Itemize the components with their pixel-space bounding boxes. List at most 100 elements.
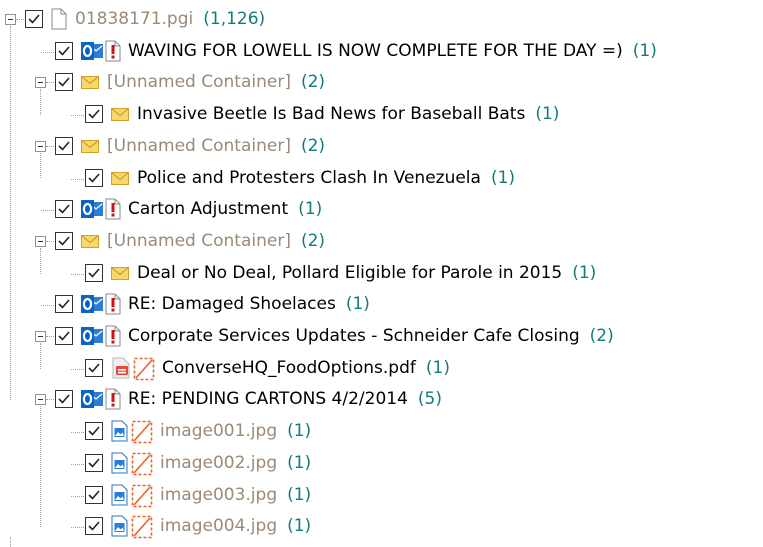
tree-row[interactable]: ConverseHQ_FoodOptions.pdf (1) <box>0 353 763 384</box>
tree-row[interactable]: Deal or No Deal, Pollard Eligible for Pa… <box>0 258 763 289</box>
tree-row[interactable]: image002.jpg (1) <box>0 448 763 479</box>
tree-row[interactable]: Corporate Services Updates - Schneider C… <box>0 321 763 352</box>
tree-row[interactable]: 01838171.pgi (1,126) <box>0 4 763 35</box>
missing-page-icon <box>105 40 121 62</box>
tree-item-label: Deal or No Deal, Pollard Eligible for Pa… <box>137 263 596 283</box>
item-count: (1) <box>298 199 323 220</box>
item-checkbox[interactable] <box>55 136 73 155</box>
item-checkbox[interactable] <box>55 327 73 345</box>
tree-row[interactable]: [Unnamed Container] (2) <box>0 67 763 98</box>
outlook-icon <box>80 388 104 410</box>
broken-image-icon <box>131 515 153 539</box>
item-count: (1) <box>287 421 312 442</box>
tree-row[interactable]: Invasive Beetle Is Bad News for Baseball… <box>0 99 763 130</box>
item-count: (1) <box>490 167 516 188</box>
tree-guide-line <box>71 368 84 370</box>
item-checkbox[interactable] <box>55 390 73 409</box>
tree-guide-line <box>16 19 24 20</box>
image-file-icon <box>110 420 130 442</box>
missing-page-icon <box>105 388 121 410</box>
item-name: [Unnamed Container] <box>107 72 291 93</box>
tree-item-label: ConverseHQ_FoodOptions.pdf (1) <box>162 358 450 378</box>
envelope-icon <box>80 135 100 157</box>
tree-guide-line <box>46 82 54 84</box>
tree-row[interactable]: image004.jpg (1) <box>0 511 763 542</box>
item-checkbox[interactable] <box>85 263 103 282</box>
item-name: [Unnamed Container] <box>107 135 291 156</box>
tree-row[interactable]: WAVING FOR LOWELL IS NOW COMPLETE FOR TH… <box>0 36 763 67</box>
tree-row[interactable]: [Unnamed Container] (2) <box>0 131 763 162</box>
item-name: image002.jpg <box>160 452 278 473</box>
tree-guide-line <box>41 51 54 53</box>
item-name: Deal or No Deal, Pollard Eligible for Pa… <box>137 262 563 283</box>
image-file-icon <box>110 515 130 537</box>
tree-row[interactable]: image001.jpg (1) <box>0 416 763 447</box>
item-count: (2) <box>300 135 326 156</box>
envelope-icon <box>110 103 130 125</box>
collapse-toggle[interactable] <box>35 77 46 89</box>
item-count: (1) <box>287 484 312 505</box>
pdf-icon <box>110 357 132 379</box>
tree-item-label: 01838171.pgi (1,126) <box>75 9 265 29</box>
item-checkbox[interactable] <box>55 73 73 92</box>
tree-row[interactable]: RE: PENDING CARTONS 4/2/2014 (5) <box>0 384 763 415</box>
collapse-toggle[interactable] <box>35 394 46 406</box>
collapse-toggle[interactable] <box>5 14 16 25</box>
envelope-icon <box>110 262 130 284</box>
item-name: Invasive Beetle Is Bad News for Baseball… <box>137 104 526 125</box>
item-count: (2) <box>589 326 614 346</box>
collapse-toggle[interactable] <box>35 140 46 152</box>
item-checkbox[interactable] <box>55 231 73 250</box>
tree-row[interactable]: Carton Adjustment (1) <box>0 194 763 225</box>
tree-item-label: [Unnamed Container] (2) <box>107 72 325 92</box>
tree-guide-line <box>46 240 54 242</box>
tree-item-label: WAVING FOR LOWELL IS NOW COMPLETE FOR TH… <box>128 41 657 61</box>
missing-page-icon <box>105 325 121 347</box>
item-name: image001.jpg <box>160 421 278 442</box>
tree-item-label: image004.jpg (1) <box>160 516 311 536</box>
image-file-icon <box>110 484 130 506</box>
item-checkbox[interactable] <box>55 295 73 314</box>
item-checkbox[interactable] <box>55 41 73 60</box>
tree-guide-line <box>46 399 54 401</box>
item-count: (1) <box>572 262 597 283</box>
item-name: ConverseHQ_FoodOptions.pdf <box>162 357 416 378</box>
item-checkbox[interactable] <box>85 453 103 472</box>
tree-item-label: image001.jpg (1) <box>160 421 311 441</box>
item-checkbox[interactable] <box>25 10 43 28</box>
item-count: (2) <box>300 230 326 251</box>
tree-row[interactable]: RE: Damaged Shoelaces (1) <box>0 289 763 320</box>
item-name: Corporate Services Updates - Schneider C… <box>128 326 580 346</box>
item-checkbox[interactable] <box>85 485 103 504</box>
tree-item-label: Police and Protesters Clash In Venezuela… <box>137 168 515 188</box>
envelope-icon <box>110 167 130 189</box>
broken-image-icon <box>133 357 155 380</box>
item-checkbox[interactable] <box>85 517 103 536</box>
collapse-toggle[interactable] <box>35 235 46 247</box>
item-checkbox[interactable] <box>85 105 103 124</box>
tree-row[interactable]: [Unnamed Container] (2) <box>0 226 763 257</box>
outlook-icon <box>80 293 104 315</box>
item-count: (1) <box>425 357 450 378</box>
tree-row[interactable]: image003.jpg (1) <box>0 480 763 511</box>
item-name: Police and Protesters Clash In Venezuela <box>137 167 481 188</box>
item-checkbox[interactable] <box>55 200 73 219</box>
missing-page-icon <box>105 293 121 315</box>
tree-item-label: Invasive Beetle Is Bad News for Baseball… <box>137 104 559 124</box>
tree-guide-line <box>71 273 84 275</box>
tree-item-label: Corporate Services Updates - Schneider C… <box>128 326 614 346</box>
item-checkbox[interactable] <box>85 422 103 441</box>
tree-row[interactable]: Police and Protesters Clash In Venezuela… <box>0 163 763 194</box>
collapse-toggle[interactable] <box>35 331 46 342</box>
item-checkbox[interactable] <box>85 168 103 187</box>
tree-guide-line <box>71 527 84 529</box>
item-count: (1) <box>287 516 312 537</box>
missing-page-icon <box>105 198 121 220</box>
image-file-icon <box>110 452 130 474</box>
item-count: (1) <box>287 452 312 473</box>
item-count: (1) <box>345 294 370 315</box>
item-checkbox[interactable] <box>85 358 103 377</box>
outlook-icon <box>80 325 104 347</box>
envelope-icon <box>80 71 100 93</box>
item-count: (2) <box>300 72 326 93</box>
